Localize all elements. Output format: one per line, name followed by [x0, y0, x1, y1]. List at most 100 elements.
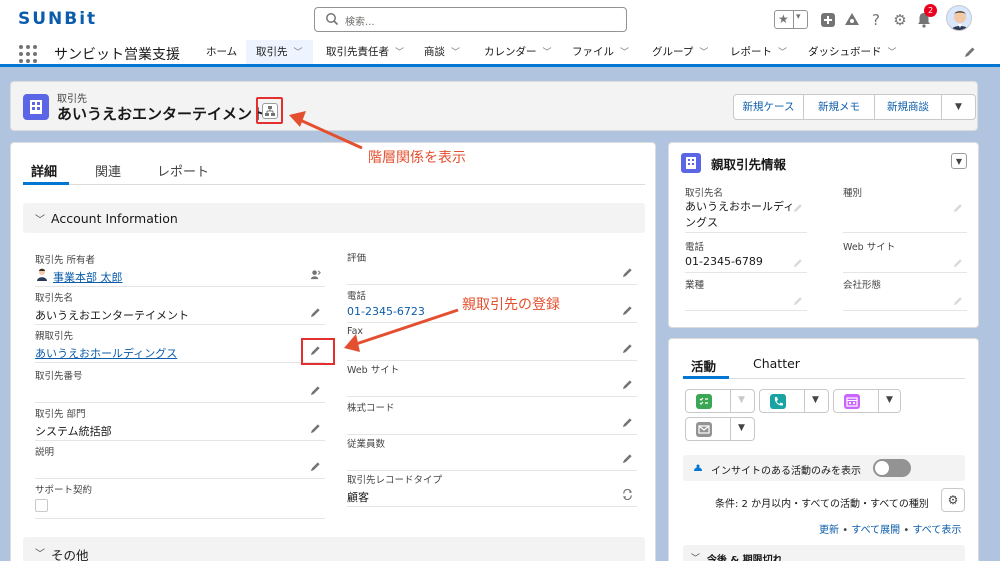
help-icon[interactable]: ? [866, 10, 886, 30]
filter-settings-button[interactable]: ⚙ [941, 488, 965, 512]
nav-item-home[interactable]: ホーム [198, 40, 245, 67]
phone-link[interactable]: 01-2345-6723 [347, 305, 425, 318]
tab-reports[interactable]: レポート [157, 161, 209, 180]
pencil-icon[interactable] [622, 453, 633, 464]
view-hierarchy-button[interactable] [262, 103, 278, 119]
nav-item-label: 取引先 [256, 46, 288, 58]
section-account-information[interactable]: ﹀ Account Information [23, 203, 645, 233]
app-launcher-icon[interactable] [19, 45, 37, 63]
chevron-down-icon[interactable]: ﹀ [778, 48, 787, 58]
pencil-icon[interactable] [953, 203, 963, 213]
send-email-button[interactable]: ▼ [685, 417, 755, 441]
chevron-down-icon[interactable]: ﹀ [294, 48, 303, 58]
activity-links: 更新 • すべて展開 • すべて表示 [819, 521, 961, 536]
chevron-down-icon[interactable]: ▼ [886, 395, 893, 405]
pencil-icon[interactable] [964, 46, 976, 58]
upcoming-overdue-section[interactable]: ﹀ 今後 & 期限切れ [683, 545, 965, 561]
nav-item-contacts[interactable]: 取引先責任者 ﹀ [318, 40, 412, 67]
nav-item-accounts[interactable]: 取引先 ﹀ [246, 40, 313, 67]
field-employees: 従業員数 [347, 433, 637, 471]
pencil-icon[interactable] [310, 307, 321, 318]
new-event-button[interactable]: ▼ [833, 389, 901, 413]
gear-icon[interactable]: ⚙ [890, 10, 910, 30]
owner-link[interactable]: 事業本部 太郎 [53, 269, 123, 285]
parent-field-type: 種別 [843, 185, 967, 233]
view-all-link[interactable]: すべて表示 [912, 525, 961, 536]
change-record-type-icon[interactable] [622, 489, 633, 500]
active-tab-indicator [23, 182, 69, 185]
pencil-icon[interactable] [622, 267, 633, 278]
nav-item-groups[interactable]: グループ ﹀ [644, 40, 716, 67]
chevron-down-icon[interactable]: ﹀ [888, 48, 897, 58]
new-opportunity-button[interactable]: 新規商談 [874, 94, 942, 120]
pencil-icon[interactable] [793, 296, 803, 306]
tab-details[interactable]: 詳細 [31, 161, 57, 180]
chevron-down-icon[interactable]: ▾ [796, 12, 801, 22]
change-owner-icon[interactable] [310, 269, 321, 280]
pencil-icon[interactable] [953, 296, 963, 306]
avatar[interactable] [946, 5, 972, 31]
refresh-link[interactable]: 更新 [819, 525, 839, 536]
section-other[interactable]: ﹀ その他 [23, 537, 645, 561]
pencil-icon[interactable] [622, 305, 633, 316]
log-call-button[interactable]: ▼ [759, 389, 829, 413]
field-label: 電話 [347, 291, 367, 302]
global-search[interactable]: 検索... [314, 7, 627, 32]
chevron-down-icon[interactable]: ▼ [738, 423, 745, 433]
tab-activity[interactable]: 活動 [691, 356, 716, 375]
chevron-down-icon[interactable]: ﹀ [699, 48, 708, 58]
nav-item-label: カレンダー [484, 46, 537, 58]
user-avatar-icon [37, 268, 47, 281]
section-title: 今後 & 期限切れ [707, 555, 783, 561]
pencil-icon[interactable] [953, 258, 963, 268]
trailhead-icon[interactable] [842, 10, 862, 30]
card-menu-button[interactable]: ▼ [951, 153, 967, 169]
pencil-icon[interactable] [622, 343, 633, 354]
new-task-button[interactable]: ▼ [685, 389, 755, 413]
favorites-button[interactable]: ★ ▾ [774, 10, 808, 29]
parent-field-ownership: 会社形態 [843, 277, 967, 311]
pencil-icon[interactable] [622, 417, 633, 428]
chevron-down-icon[interactable]: ﹀ [620, 48, 629, 58]
field-label: 説明 [35, 447, 55, 458]
field-label: 電話 [685, 242, 705, 253]
app-name: サンビット営業支援 [54, 47, 180, 63]
tab-related[interactable]: 関連 [95, 161, 121, 180]
chevron-down-icon[interactable]: ﹀ [543, 48, 552, 58]
new-case-button[interactable]: 新規ケース [733, 94, 804, 120]
nav-item-reports[interactable]: レポート ﹀ [722, 40, 795, 67]
more-actions-button[interactable]: ▼ [941, 94, 976, 120]
tab-chatter[interactable]: Chatter [753, 356, 800, 371]
support-contract-checkbox[interactable] [35, 499, 48, 512]
nav-item-calendar[interactable]: カレンダー ﹀ [476, 40, 560, 67]
field-value: 01-2345-6789 [685, 255, 763, 268]
expand-all-link[interactable]: すべて展開 [851, 525, 900, 536]
account-icon [23, 94, 49, 120]
pencil-icon[interactable] [793, 203, 803, 213]
nav-item-files[interactable]: ファイル ﹀ [564, 40, 637, 67]
pencil-icon[interactable] [622, 379, 633, 390]
field-label: 会社形態 [843, 280, 882, 291]
parent-field-industry: 業種 [685, 277, 807, 311]
divider [793, 11, 794, 28]
global-header: SUNBit 検索... ★ ▾ ? ⚙ 2 [0, 0, 1000, 40]
insight-toggle[interactable] [873, 459, 911, 477]
pencil-icon[interactable] [310, 385, 321, 396]
chevron-down-icon[interactable]: ﹀ [451, 48, 460, 58]
global-actions-icon[interactable] [818, 10, 838, 30]
chevron-down-icon[interactable]: ▼ [812, 395, 819, 405]
chevron-down-icon[interactable]: ▼ [738, 395, 745, 405]
nav-item-dashboards[interactable]: ダッシュボード ﹀ [800, 40, 905, 67]
annotation-highlight-box [256, 97, 283, 124]
new-note-button[interactable]: 新規メモ [803, 94, 875, 120]
company-logo[interactable]: SUNBit [18, 9, 97, 29]
pencil-icon[interactable] [310, 423, 321, 434]
pencil-icon[interactable] [793, 258, 803, 268]
gear-icon: ⚙ [947, 493, 959, 507]
chevron-down-icon[interactable]: ﹀ [395, 48, 404, 58]
nav-item-opportunities[interactable]: 商談 ﹀ [416, 40, 468, 67]
pencil-icon[interactable] [310, 461, 321, 472]
field-value: システム統括部 [35, 425, 112, 438]
parent-field-phone: 電話 01-2345-6789 [685, 239, 807, 273]
parent-account-link[interactable]: あいうえおホールディングス [35, 345, 177, 361]
